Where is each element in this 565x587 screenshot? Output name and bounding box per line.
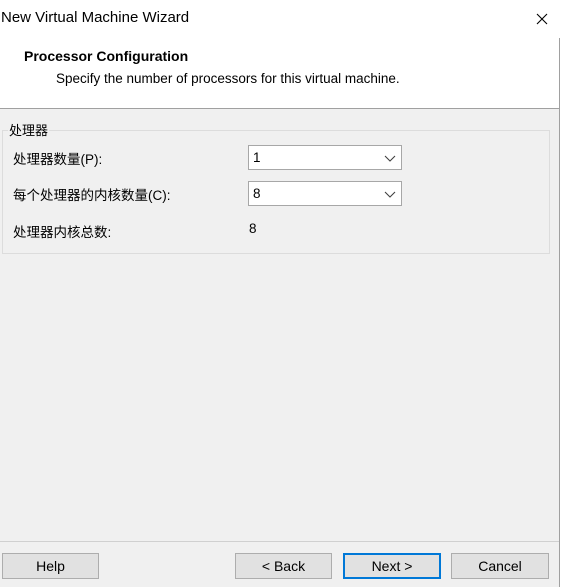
page-subtitle: Specify the number of processors for thi… (56, 71, 400, 86)
processor-count-value: 1 (253, 150, 261, 165)
processor-group-label: 处理器 (8, 120, 50, 139)
header-divider (0, 108, 559, 109)
window-title: New Virtual Machine Wizard (1, 9, 190, 26)
help-button[interactable]: Help (2, 553, 99, 579)
window-edge-fill (560, 38, 565, 587)
footer-divider (0, 541, 559, 542)
close-icon (536, 13, 548, 25)
title-bar: New Virtual Machine Wizard (0, 0, 565, 38)
chevron-down-icon (384, 155, 396, 162)
page-title: Processor Configuration (24, 48, 189, 64)
processor-count-select[interactable]: 1 (248, 145, 402, 170)
close-button[interactable] (519, 0, 565, 38)
cores-per-processor-value: 8 (253, 186, 261, 201)
next-button[interactable]: Next > (343, 553, 441, 579)
wizard-header: Processor Configuration Specify the numb… (0, 38, 559, 108)
total-cores-value: 8 (249, 221, 257, 236)
cancel-button[interactable]: Cancel (451, 553, 549, 579)
back-button[interactable]: < Back (235, 553, 332, 579)
cores-per-processor-select[interactable]: 8 (248, 181, 402, 206)
total-cores-label: 处理器内核总数: (13, 225, 112, 240)
chevron-down-icon (384, 191, 396, 198)
processor-count-label: 处理器数量(P): (13, 152, 103, 167)
cores-per-processor-label: 每个处理器的内核数量(C): (13, 188, 171, 203)
